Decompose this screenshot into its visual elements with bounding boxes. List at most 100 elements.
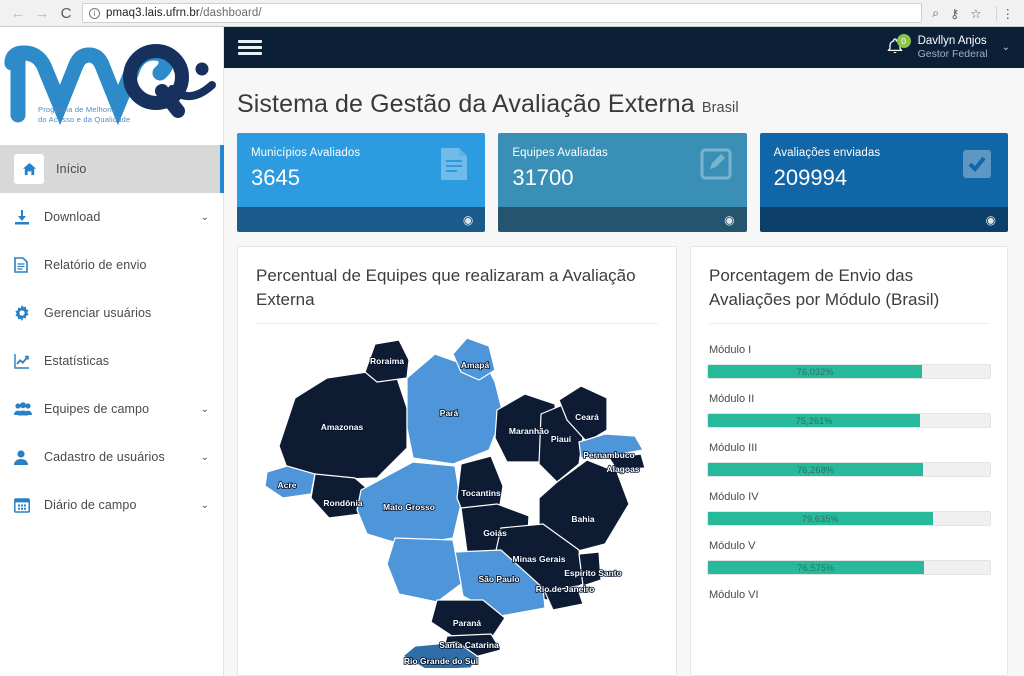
map-label-rondonia: Rondônia — [323, 498, 362, 508]
brand-tagline-line1: Programa de Melhoria — [38, 105, 117, 114]
stat-card-equipes[interactable]: Equipes Avaliadas 31700 ◉ — [498, 133, 747, 232]
sidebar-item-label: Gerenciar usuários — [44, 306, 152, 320]
document-icon — [14, 257, 44, 273]
modules-panel-header: Porcentagem de Envio das Avaliações por … — [691, 247, 1007, 323]
sidebar-item-label: Estatísticas — [44, 354, 110, 368]
map-panel-body: Roraima Amapá Amazonas Pará Acre Rondôni… — [238, 324, 676, 675]
url-path: /dashboard/ — [199, 7, 262, 19]
edit-square-icon — [699, 147, 733, 181]
notifications-button[interactable]: 0 — [884, 33, 911, 61]
key-icon[interactable]: ⚷ — [950, 6, 959, 21]
stat-card-avaliacoes[interactable]: Avaliações enviadas 209994 ◉ — [759, 133, 1008, 232]
file-text-icon — [437, 147, 471, 181]
reload-button[interactable]: C — [54, 2, 78, 24]
sidebar-item-estatisticas[interactable]: Estatísticas — [0, 337, 223, 385]
map-label-minas-gerais: Minas Gerais — [513, 554, 566, 564]
brazil-map-svg[interactable]: Roraima Amapá Amazonas Pará Acre Rondôni… — [257, 338, 657, 668]
module-label: Módulo II — [709, 393, 755, 405]
page-title: Sistema de Gestão da Avaliação Externa B… — [237, 90, 1024, 119]
progress-fill: 76,268% — [708, 463, 924, 476]
map-label-roraima: Roraima — [370, 356, 404, 366]
chevron-down-icon[interactable]: ⌄ — [201, 404, 209, 415]
sidebar-item-label: Relatório de envio — [44, 258, 147, 272]
sidebar-item-relatorio-de-envio[interactable]: Relatório de envio — [0, 241, 223, 289]
sidebar-item-cadastro-de-usuarios[interactable]: Cadastro de usuários ⌄ — [0, 433, 223, 481]
search-icon[interactable]: ⌕ — [932, 6, 939, 21]
sidebar-item-gerenciar-usuarios[interactable]: Gerenciar usuários — [0, 289, 223, 337]
back-button[interactable]: ← — [6, 2, 30, 24]
brand-logo[interactable]: Programa de Melhoria do Acesso e da Qual… — [0, 27, 223, 143]
map-label-ceara: Ceará — [575, 412, 599, 422]
progress-fill: 75,261% — [708, 414, 921, 427]
chevron-down-icon[interactable]: ⌄ — [201, 212, 209, 223]
home-icon — [14, 154, 44, 184]
download-icon — [14, 209, 44, 225]
sidebar-item-label: Início — [56, 162, 87, 176]
url-host: pmaq3.lais.ufrn.br — [106, 7, 200, 19]
map-label-alagoas: Alagoas — [606, 464, 639, 474]
forward-button[interactable]: → — [30, 2, 54, 24]
module-label: Módulo IV — [709, 491, 759, 503]
refresh-icon[interactable]: ◉ — [986, 213, 996, 227]
user-icon — [14, 449, 44, 465]
brazil-map[interactable]: Roraima Amapá Amazonas Pará Acre Rondôni… — [254, 334, 660, 668]
progress-track: 76,032% — [707, 364, 991, 379]
module-progress-row: Módulo IV 79,635% — [707, 491, 991, 530]
modules-panel-title: Porcentagem de Envio das Avaliações por … — [709, 266, 940, 309]
sidebar-item-label: Cadastro de usuários — [44, 450, 165, 464]
progress-track: 76,575% — [707, 560, 991, 575]
main-content: 0 Davllyn Anjos Gestor Federal ⌄ Sistema… — [224, 27, 1024, 676]
module-progress-row: Módulo I 76,032% — [707, 344, 991, 383]
user-menu[interactable]: Davllyn Anjos Gestor Federal — [918, 34, 988, 62]
chevron-down-icon[interactable]: ⌄ — [201, 500, 209, 511]
module-progress-row: Módulo III 76,268% — [707, 442, 991, 481]
calendar-icon — [14, 497, 44, 513]
map-label-acre: Acre — [278, 480, 297, 490]
map-label-santa-catarina: Santa Catarina — [439, 640, 499, 650]
map-label-goias: Goiás — [483, 528, 507, 538]
page-title-scope: Brasil — [701, 100, 739, 116]
progress-fill: 76,575% — [708, 561, 924, 574]
modules-panel: Porcentagem de Envio das Avaliações por … — [690, 246, 1008, 676]
url-text: pmaq3.lais.ufrn.br/dashboard/ — [106, 7, 262, 19]
star-icon[interactable]: ☆ — [970, 6, 981, 21]
chevron-down-icon[interactable]: ⌄ — [201, 452, 209, 463]
module-progress-row: Módulo II 75,261% — [707, 393, 991, 432]
map-label-parana: Paraná — [453, 618, 482, 628]
sidebar-item-diario-de-campo[interactable]: Diário de campo ⌄ — [0, 481, 223, 529]
refresh-icon[interactable]: ◉ — [724, 213, 734, 227]
progress-fill: 79,635% — [708, 512, 933, 525]
browser-menu-icon[interactable]: ⋮ — [995, 5, 1014, 21]
chevron-down-icon[interactable]: ⌄ — [1002, 42, 1010, 53]
module-label: Módulo V — [709, 540, 756, 552]
sidebar-item-label: Equipes de campo — [44, 402, 150, 416]
sidebar-item-label: Diário de campo — [44, 498, 137, 512]
progress-value: 76,268% — [797, 464, 834, 475]
notification-count-badge: 0 — [896, 33, 911, 48]
page-title-text: Sistema de Gestão da Avaliação Externa — [237, 90, 695, 118]
app-shell: Programa de Melhoria do Acesso e da Qual… — [0, 27, 1024, 676]
hamburger-icon[interactable] — [238, 40, 262, 55]
sidebar-item-inicio[interactable]: Início — [0, 145, 224, 193]
stat-card-municipios[interactable]: Municípios Avaliados 3645 ◉ — [237, 133, 486, 232]
progress-value: 79,635% — [801, 513, 839, 524]
module-progress-row: Módulo V 76,575% — [707, 540, 991, 579]
user-name: Davllyn Anjos — [917, 34, 987, 47]
check-square-icon — [960, 147, 994, 181]
map-label-pernambuco: Pernambuco — [583, 450, 635, 460]
progress-value: 76,575% — [797, 562, 835, 573]
refresh-icon[interactable]: ◉ — [463, 213, 473, 227]
map-panel-header: Percentual de Equipes que realizaram a A… — [238, 247, 676, 323]
sidebar-item-equipes-de-campo[interactable]: Equipes de campo ⌄ — [0, 385, 223, 433]
browser-actions: ⌕ ⚷ ☆ ⋮ — [928, 5, 1018, 21]
map-label-amazonas: Amazonas — [321, 422, 364, 432]
site-info-icon[interactable]: i — [89, 7, 100, 19]
progress-value: 76,032% — [796, 366, 834, 377]
brand-tagline: Programa de Melhoria do Acesso e da Qual… — [38, 105, 130, 125]
address-bar[interactable]: i pmaq3.lais.ufrn.br/dashboard/ — [82, 3, 923, 23]
gear-icon — [14, 305, 44, 321]
sidebar-item-download[interactable]: Download ⌄ — [0, 193, 223, 241]
map-label-rio-grande-do-sul: Rio Grande do Sul — [404, 656, 478, 666]
progress-track: 76,268% — [707, 462, 991, 477]
modules-panel-body: Módulo I 76,032% Módulo II 75,261% Módul… — [691, 324, 1007, 675]
